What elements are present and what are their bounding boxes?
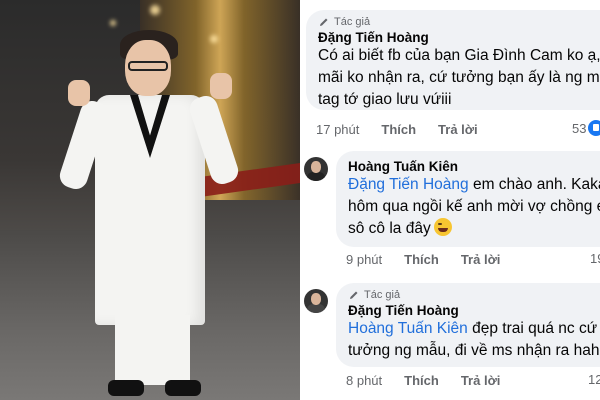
comment-author[interactable]: Đặng Tiến Hoàng — [318, 30, 588, 45]
reply-button[interactable]: Trả lời — [461, 373, 501, 388]
reaction-number: 53 — [572, 120, 587, 136]
pen-icon — [350, 291, 358, 299]
comment-1: Tác giả Đặng Tiến Hoàng Có ai biết fb củ… — [300, 0, 600, 145]
reaction-count[interactable]: 12 — [588, 372, 600, 387]
comment-text-line: Có ai biết fb của bạn Gia Đình Cam ko ạ, — [318, 47, 600, 64]
comment-3: Tác giả Đặng Tiến Hoàng Hoàng Tuấn Kiên … — [300, 275, 600, 400]
like-button[interactable]: Thích — [404, 252, 439, 267]
avatar[interactable] — [304, 289, 328, 313]
comment-author[interactable]: Đặng Tiến Hoàng — [348, 303, 588, 318]
ceiling-light — [150, 5, 160, 15]
comment-time[interactable]: 17 phút — [316, 122, 359, 137]
comment-bubble: Tác giả Đặng Tiến Hoàng Hoàng Tuấn Kiên … — [336, 283, 600, 367]
comment-text: sô cô la đây — [348, 220, 431, 237]
mention-link[interactable]: Hoàng Tuấn Kiên — [348, 320, 468, 337]
comment-author[interactable]: Hoàng Tuấn Kiên — [348, 159, 588, 174]
right-hand — [210, 73, 232, 99]
comment-text-line: sô cô la đây — [348, 218, 588, 240]
like-button[interactable]: Thích — [404, 373, 439, 388]
left-hand — [68, 80, 90, 106]
right-shoe — [165, 380, 201, 396]
comment-panel: Tác giả Đặng Tiến Hoàng Có ai biết fb củ… — [300, 0, 600, 400]
white-trousers — [115, 315, 190, 385]
author-badge: Tác giả — [318, 16, 588, 28]
comment-actions: 17 phút Thích Trả lời — [316, 122, 500, 137]
author-badge-label: Tác giả — [334, 16, 371, 28]
author-badge: Tác giả — [348, 289, 588, 301]
comment-text-line: Hoàng Tuấn Kiên đẹp trai quá nc cứ — [348, 318, 597, 340]
reaction-number: 12 — [588, 372, 600, 387]
like-icon — [588, 120, 600, 136]
reaction-count[interactable]: 19 — [590, 251, 600, 266]
comment-text-line: hôm qua ngồi kế anh mời vợ chồng e — [348, 198, 600, 215]
comment-time[interactable]: 9 phút — [346, 252, 382, 267]
comment-actions: 8 phút Thích Trả lời — [346, 373, 522, 388]
comment-text-line: mãi ko nhận ra, cứ tưởng bạn ấy là ng m — [318, 69, 600, 86]
reply-button[interactable]: Trả lời — [461, 252, 501, 267]
reply-button[interactable]: Trả lời — [438, 122, 478, 137]
mention-link[interactable]: Đặng Tiến Hoàng — [348, 176, 469, 193]
comment-time[interactable]: 8 phút — [346, 373, 382, 388]
comment-bubble: Hoàng Tuấn Kiên Đặng Tiến Hoàng em chào … — [336, 151, 600, 247]
avatar[interactable] — [304, 157, 328, 181]
author-badge-label: Tác giả — [364, 289, 401, 301]
like-button[interactable]: Thích — [381, 122, 416, 137]
comment-text-line: Đặng Tiến Hoàng em chào anh. Kaka — [348, 174, 600, 196]
reaction-count[interactable]: 53 — [572, 120, 600, 136]
comment-text-line: tưởng ng mẫu, đi về ms nhận ra hah — [348, 342, 600, 359]
comment-text-line: tag tớ giao lưu vứiii — [318, 91, 452, 108]
reaction-number: 19 — [590, 251, 600, 266]
pen-icon — [320, 18, 328, 26]
comment-bubble: Tác giả Đặng Tiến Hoàng Có ai biết fb củ… — [306, 10, 600, 110]
comment-text: em chào anh. Kaka — [468, 176, 600, 193]
laughing-emoji-icon — [433, 218, 452, 236]
event-photo — [0, 0, 300, 400]
glasses — [128, 61, 168, 71]
comment-text: đẹp trai quá nc cứ — [467, 320, 598, 337]
white-coat — [95, 95, 205, 325]
person-white-suit — [56, 25, 245, 400]
comment-2: Hoàng Tuấn Kiên Đặng Tiến Hoàng em chào … — [300, 145, 600, 275]
left-shoe — [108, 380, 144, 396]
comment-actions: 9 phút Thích Trả lời — [346, 252, 522, 267]
